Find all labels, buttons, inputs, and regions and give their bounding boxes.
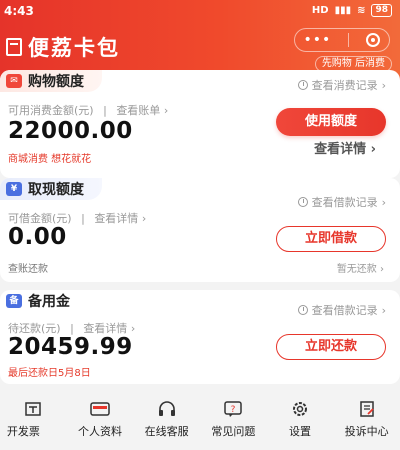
available-label: 可用消费金额(元) — [8, 104, 94, 117]
nav-label: 设置 — [289, 425, 312, 438]
profile-card-icon — [89, 400, 111, 418]
chevron-right-icon: › — [163, 104, 169, 117]
repay-now-button[interactable]: 立即还款 — [276, 334, 386, 360]
faq-icon: ? — [223, 400, 243, 418]
no-repayment-link[interactable]: 暂无还款 › — [337, 260, 384, 275]
nav-label: 开发票 — [6, 425, 40, 438]
cash-icon: ¥ — [6, 182, 22, 196]
chevron-right-icon: › — [381, 303, 386, 317]
cash-title: ¥ 取现额度 — [0, 178, 102, 200]
nav-label: 在线客服 — [144, 425, 189, 438]
bottom-nav: 开发票 个人资料 在线客服 ? 常见问题 设置 投诉中心 — [0, 392, 400, 450]
record-link-label: 查看消费记录 — [311, 79, 378, 92]
nav-profile[interactable]: 个人资料 — [67, 392, 134, 450]
shopping-note: 商城消费 想花就花 — [8, 154, 92, 165]
mini-program-capsule: ••• — [294, 28, 390, 52]
clock-icon — [297, 80, 308, 90]
nav-label: 投诉中心 — [344, 425, 389, 438]
shopping-title: ✉ 购物额度 — [0, 70, 102, 92]
close-target-icon[interactable] — [366, 33, 381, 47]
status-icons: HD ▮▮▮ ≋ 98 — [312, 4, 392, 17]
divider: | — [81, 212, 85, 225]
wifi-icon: ≋ — [357, 5, 366, 16]
clock-icon — [297, 197, 308, 207]
nav-settings[interactable]: 设置 — [267, 392, 334, 450]
no-repayment-label: 暂无还款 — [336, 264, 377, 275]
divider: | — [103, 104, 107, 117]
reserve-title-text: 备用金 — [28, 294, 70, 310]
view-bill-link[interactable]: 查看账单 — [116, 104, 160, 117]
chevron-right-icon: › — [141, 212, 147, 225]
shopping-title-text: 购物额度 — [28, 74, 84, 90]
details-label: 查看详情 — [314, 142, 367, 157]
shopping-subline: 可用消费金额(元) | 查看账单 › — [8, 102, 168, 118]
signal-icon: ▮▮▮ — [334, 5, 352, 16]
signal-label: HD — [311, 5, 329, 16]
view-spending-records-link[interactable]: 查看消费记录 › — [297, 77, 386, 93]
shopping-quota-card: ✉ 购物额度 查看消费记录 › 可用消费金额(元) | 查看账单 › 22000… — [0, 70, 400, 178]
status-time: 4:43 — [4, 4, 34, 18]
nav-label: 个人资料 — [78, 425, 122, 438]
last-repay-date: 最后还款日5月8日 — [8, 368, 91, 379]
nav-online-service[interactable]: 在线客服 — [133, 392, 200, 450]
cash-quota-card: ¥ 取现额度 查看借款记录 › 可借金额(元) | 查看详情 › 0.00 立即… — [0, 178, 400, 282]
cash-title-text: 取现额度 — [28, 182, 84, 198]
view-details-link[interactable]: 查看详情 › — [314, 138, 376, 157]
nav-invoice[interactable]: 开发票 — [0, 392, 67, 450]
svg-text:?: ? — [231, 405, 236, 415]
wallet-logo-icon — [6, 38, 22, 56]
chevron-right-icon: › — [381, 78, 386, 92]
record-link-label: 查看借款记录 — [311, 304, 378, 317]
cash-amount: 0.00 — [8, 224, 67, 250]
clock-icon — [297, 305, 308, 315]
check-repay-link[interactable]: 查账还款 — [8, 260, 48, 275]
complaint-icon — [358, 400, 376, 418]
view-borrow-records-link[interactable]: 查看借款记录 › — [297, 302, 386, 318]
reserve-title: 备 备用金 — [0, 290, 88, 312]
reserve-fund-card: 备 备用金 查看借款记录 › 待还款(元) | 查看详情 › 20459.99 … — [0, 290, 400, 384]
borrow-now-button[interactable]: 立即借款 — [276, 226, 386, 252]
reserve-amount: 20459.99 — [8, 334, 133, 360]
view-details-link[interactable]: 查看详情 — [94, 212, 138, 225]
nav-faq[interactable]: ? 常见问题 — [200, 392, 267, 450]
reserve-icon: 备 — [6, 294, 22, 308]
nav-label: 常见问题 — [211, 425, 256, 438]
chevron-right-icon: › — [370, 142, 376, 157]
app-title: 便荔卡包 — [6, 32, 120, 62]
view-borrow-records-link[interactable]: 查看借款记录 › — [297, 194, 386, 210]
more-icon[interactable]: ••• — [304, 32, 332, 48]
chevron-right-icon: › — [381, 195, 386, 209]
use-quota-button[interactable]: 使用额度 — [276, 108, 386, 136]
gear-icon — [291, 400, 309, 418]
battery-icon: 98 — [371, 4, 392, 17]
capsule-divider — [348, 33, 350, 47]
shopping-amount: 22000.00 — [8, 118, 133, 144]
status-bar: 4:43 HD ▮▮▮ ≋ 98 — [0, 0, 400, 26]
record-link-label: 查看借款记录 — [311, 196, 378, 209]
nav-complaint[interactable]: 投诉中心 — [333, 392, 400, 450]
invoice-icon — [24, 400, 42, 418]
headset-icon — [157, 400, 177, 418]
chevron-right-icon: › — [380, 264, 384, 275]
app-name: 便荔卡包 — [28, 36, 120, 60]
mail-icon: ✉ — [6, 74, 22, 88]
